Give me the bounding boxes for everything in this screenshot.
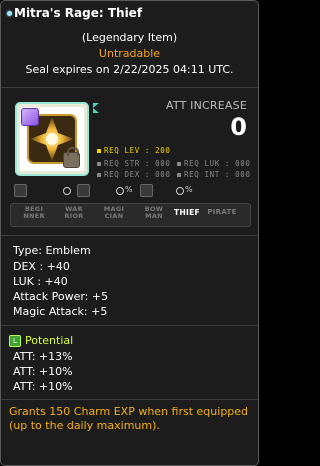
gear-icon (14, 184, 27, 197)
req-int: REQ INT : 000 (177, 170, 251, 179)
job-class-bar: BEGI NNER WAR RIOR MAGI CIAN BOW MAN THI… (10, 203, 251, 227)
legendary-potential-icon: L (9, 335, 21, 347)
stat-magic-attack: Magic Attack: +5 (13, 305, 108, 318)
job-warrior: WAR RIOR (64, 205, 84, 220)
item-rarity: (Legendary Item) (81, 31, 178, 44)
upgrade-icon (77, 184, 90, 197)
att-increase-label: ATT INCREASE (165, 99, 247, 112)
bullet-icon (177, 162, 181, 166)
charm-note-line2: (up to the daily maximum). (9, 419, 160, 432)
shield-icon (140, 184, 153, 197)
item-title: Mitra's Rage: Thief (14, 6, 143, 20)
lock-icon (63, 147, 80, 168)
job-pirate: PIRATE (207, 208, 237, 216)
separator (1, 87, 258, 88)
att-increase-value: 0 (230, 113, 247, 141)
job-magician: MAGI CIAN (103, 205, 125, 220)
tradability-status: Untradable (98, 47, 161, 60)
req-dex: REQ DEX : 000 (97, 170, 171, 179)
stat-dex: DEX : +40 (13, 260, 70, 273)
req-str-text: REQ STR : 000 (104, 159, 171, 168)
job-bowman: BOW MAN (144, 205, 164, 220)
potential-label: Potential (25, 334, 74, 347)
percent-sign: % (125, 185, 133, 194)
item-tooltip: Mitra's Rage: Thief (Legendary Item) Unt… (0, 0, 259, 466)
separator (1, 235, 258, 236)
stat-luk: LUK : +40 (13, 275, 68, 288)
bullet-icon (177, 173, 181, 177)
separator (1, 399, 258, 400)
req-str: REQ STR : 000 (97, 159, 171, 168)
bullet-icon (97, 162, 101, 166)
item-icon-frame (15, 102, 89, 176)
flag-icon (93, 103, 99, 113)
req-level: REQ LEV : 200 (97, 146, 171, 155)
bullet-icon (97, 149, 101, 153)
circle-indicator-icon (63, 187, 71, 195)
req-int-text: REQ INT : 000 (184, 170, 251, 179)
bullet-icon (97, 173, 101, 177)
stat-attack-power: Attack Power: +5 (13, 290, 109, 303)
potential-line: ATT: +10% (13, 365, 73, 378)
charm-note-line1: Grants 150 Charm EXP when first equipped (9, 405, 249, 418)
potential-grade-icon (21, 108, 39, 126)
separator (1, 325, 258, 326)
req-luk-text: REQ LUK : 000 (184, 159, 251, 168)
circle-indicator-icon (116, 187, 124, 195)
job-thief: THIEF (174, 208, 200, 217)
potential-line: ATT: +13% (13, 350, 73, 363)
circle-indicator-icon (176, 187, 184, 195)
potential-header: L Potential (9, 334, 73, 347)
job-beginner: BEGI NNER (23, 205, 45, 220)
req-dex-text: REQ DEX : 000 (104, 170, 171, 179)
percent-sign: % (185, 185, 193, 194)
req-luk: REQ LUK : 000 (177, 159, 251, 168)
seal-expiry: Seal expires on 2/22/2025 04:11 UTC. (25, 63, 234, 76)
potential-line: ATT: +10% (13, 380, 73, 393)
item-type: Type: Emblem (13, 244, 91, 257)
req-level-text: REQ LEV : 200 (104, 146, 171, 155)
